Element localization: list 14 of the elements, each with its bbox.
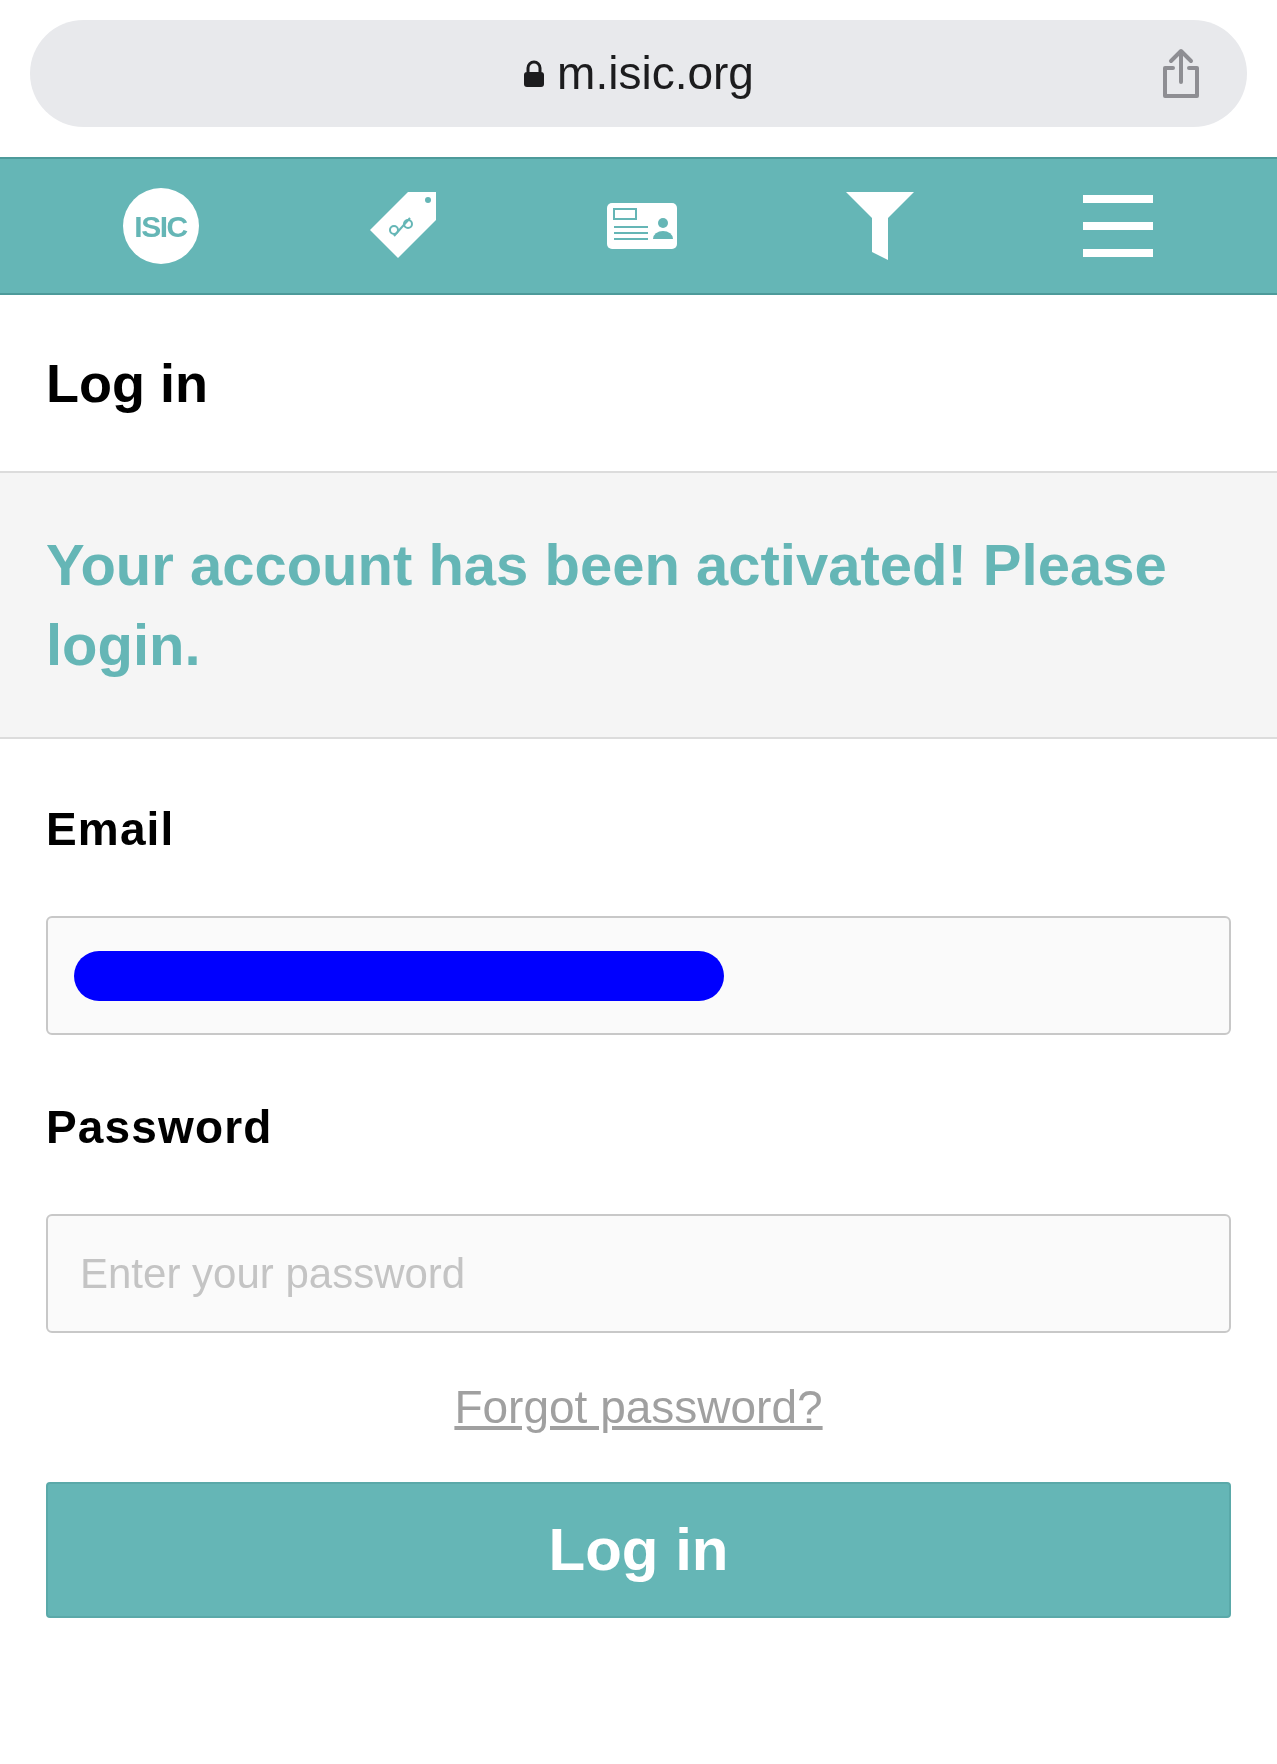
success-message: Your account has been activated! Please login.	[46, 531, 1168, 679]
login-button[interactable]: Log in	[46, 1482, 1231, 1618]
id-card-icon[interactable]	[604, 201, 679, 251]
field-label: Email	[46, 802, 176, 857]
menu-icon[interactable]	[1080, 193, 1155, 259]
email-field[interactable]	[46, 916, 1231, 1035]
lock-icon	[523, 59, 546, 88]
url-text: m.isic.org	[557, 46, 754, 101]
logo-badge[interactable]: ISIC	[122, 188, 199, 264]
address-bar[interactable]: m.isic.org	[30, 20, 1247, 127]
page-title: Log in	[46, 351, 208, 415]
field-label: Password	[46, 1100, 274, 1155]
forgot-password-link[interactable]: Forgot password?	[454, 1373, 823, 1442]
logo-text: ISIC	[134, 208, 187, 245]
